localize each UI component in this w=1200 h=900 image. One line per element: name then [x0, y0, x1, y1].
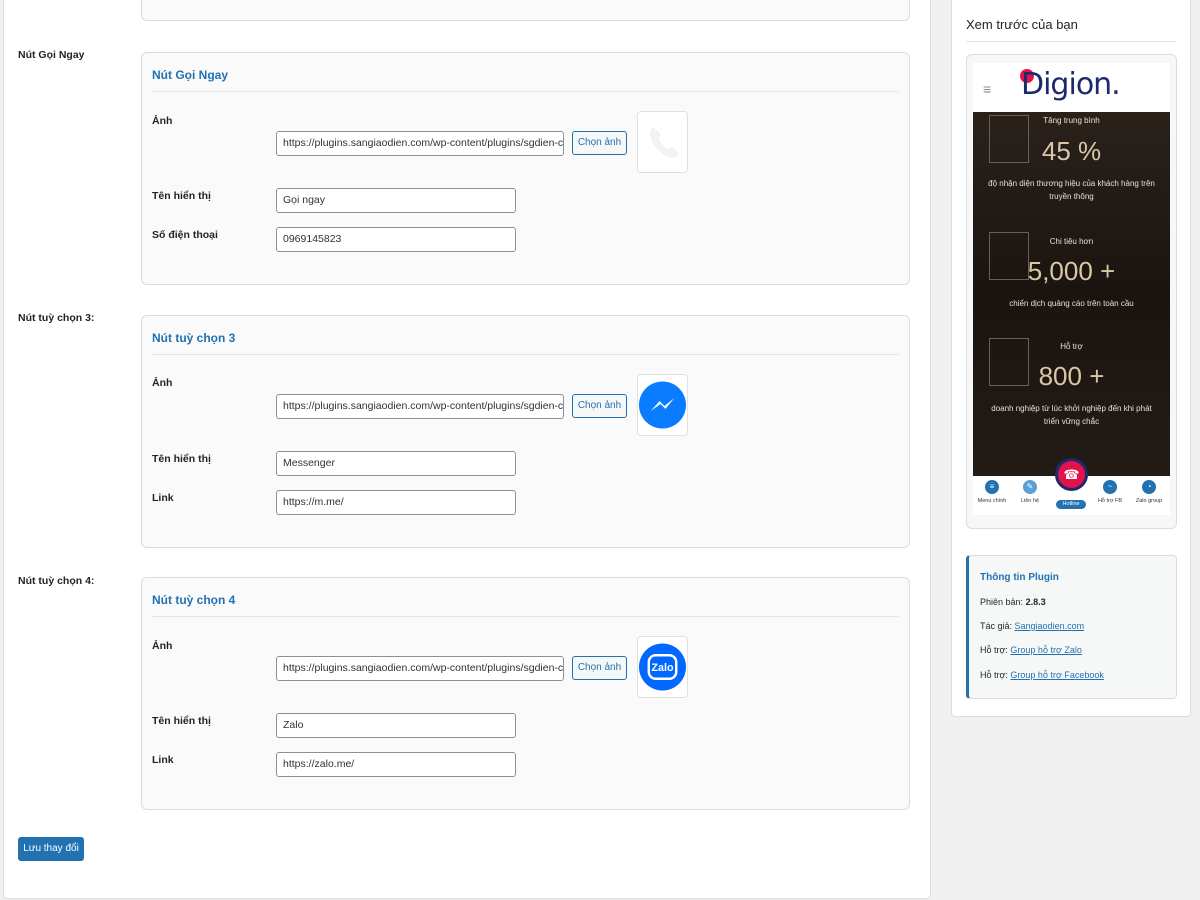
- opt4-choose-image-button[interactable]: Chọn ảnh: [572, 656, 627, 680]
- stat-caption: Chi tiêu hơn: [1049, 237, 1094, 246]
- call-card-title: Nút Gọi Ngay: [152, 68, 229, 82]
- hamburger-icon: ≡: [983, 81, 992, 97]
- option3-card: Nút tuỳ chọn 3 Ảnh https://plugins.sangi…: [141, 315, 910, 548]
- author-link[interactable]: Sangiaodien.com: [1015, 621, 1085, 631]
- save-changes-button[interactable]: Lưu thay đổi: [18, 837, 84, 861]
- plugin-info-title: Thông tin Plugin: [980, 572, 1059, 583]
- nav-item-contact: ✎ Liên hệ: [1011, 480, 1049, 504]
- author-label: Tác giả:: [980, 621, 1013, 631]
- svg-text:Zalo: Zalo: [651, 662, 674, 674]
- nav-label: Zalo group: [1135, 498, 1163, 504]
- preview-sidebar: Xem trước của bạn ≡ Digion. Tăng trung b…: [951, 0, 1191, 717]
- support-zalo-link[interactable]: Group hỗ trợ Zalo: [1010, 645, 1081, 655]
- opt3-display-name-input[interactable]: Messenger: [276, 451, 516, 476]
- phone-label: Số điện thoại: [152, 229, 218, 241]
- image-label: Ảnh: [152, 115, 173, 127]
- call-image-url-input[interactable]: https://plugins.sangiaodien.com/wp-conte…: [276, 131, 564, 156]
- hotline-phone-icon: ☎: [1055, 458, 1088, 491]
- messenger-icon: [638, 381, 687, 429]
- version-line: Phiên bản: 2.8.3: [980, 597, 1046, 607]
- preview-header: ≡ Digion.: [973, 63, 1170, 112]
- opt4-link-input[interactable]: https://zalo.me/: [276, 752, 516, 777]
- divider: [152, 616, 899, 617]
- support-fb-line: Hỗ trợ: Group hỗ trợ Facebook: [980, 670, 1104, 680]
- nav-item-fb: ~ Hỗ trợ FB: [1091, 480, 1129, 504]
- version-label: Phiên bản:: [980, 597, 1024, 607]
- hero-background: Tăng trung bình 45 % độ nhận diện thương…: [973, 112, 1170, 476]
- call-display-name-input[interactable]: Gọi ngay: [276, 188, 516, 213]
- hotline-label: Hotline: [1056, 500, 1086, 509]
- divider: [152, 91, 899, 92]
- stat-desc: độ nhận diện thương hiệu của khách hàng …: [988, 179, 1155, 201]
- phone-icon: [649, 127, 679, 158]
- call-image-thumbnail: [637, 111, 688, 173]
- menu-icon: ≡: [985, 480, 999, 494]
- zalo-icon: ◔: [1142, 480, 1156, 494]
- nav-label: Menu chính: [977, 498, 1007, 504]
- support-fb-link[interactable]: Group hỗ trợ Facebook: [1010, 670, 1103, 680]
- opt3-card-title: Nút tuỳ chọn 3: [152, 331, 236, 345]
- opt4-image-url-input[interactable]: https://plugins.sangiaodien.com/wp-conte…: [276, 656, 564, 681]
- previous-card: [141, 0, 910, 21]
- opt4-display-name-input[interactable]: Zalo: [276, 713, 516, 738]
- call-button-card: Nút Gọi Ngay Ảnh https://plugins.sangiao…: [141, 52, 910, 285]
- preview-title: Xem trước của bạn: [966, 17, 1078, 32]
- opt3-row-label: Nút tuỳ chọn 3:: [18, 312, 95, 324]
- version-value: 2.8.3: [1025, 597, 1046, 607]
- site-logo: Digion.: [1021, 67, 1121, 102]
- phone-number-input[interactable]: 0969145823: [276, 227, 516, 252]
- stat-desc: chiến dịch quảng cáo trên toàn cầu: [1009, 299, 1134, 308]
- stat-value: 5,000 +: [1027, 256, 1116, 286]
- display-name-label: Tên hiển thị: [152, 190, 211, 202]
- call-choose-image-button[interactable]: Chọn ảnh: [572, 131, 627, 155]
- opt4-image-thumbnail: Zalo: [637, 636, 688, 698]
- messenger-icon: ~: [1103, 480, 1117, 494]
- divider: [152, 354, 899, 355]
- link-label: Link: [152, 492, 174, 504]
- option4-card: Nút tuỳ chọn 4 Ảnh https://plugins.sangi…: [141, 577, 910, 810]
- plugin-info-box: Thông tin Plugin Phiên bản: 2.8.3 Tác gi…: [966, 555, 1177, 699]
- display-name-label: Tên hiển thị: [152, 453, 211, 465]
- nav-label: Hỗ trợ FB: [1097, 498, 1123, 504]
- phone-preview-frame: ≡ Digion. Tăng trung bình 45 % độ nhận d…: [966, 54, 1177, 529]
- support-label: Hỗ trợ:: [980, 645, 1008, 655]
- stat-value: 45 %: [1041, 136, 1102, 166]
- stat-desc: doanh nghiệp từ lúc khởi nghiệp đến khi …: [991, 404, 1152, 426]
- call-row-label: Nút Gọi Ngay: [18, 49, 85, 61]
- divider: [966, 41, 1176, 42]
- stat-caption: Hỗ trợ: [1060, 342, 1083, 351]
- display-name-label: Tên hiển thị: [152, 715, 211, 727]
- support-label: Hỗ trợ:: [980, 670, 1008, 680]
- stat-value: 800 +: [1038, 361, 1105, 391]
- zalo-icon: Zalo: [638, 643, 687, 691]
- opt4-row-label: Nút tuỳ chọn 4:: [18, 575, 95, 587]
- opt3-link-input[interactable]: https://m.me/: [276, 490, 516, 515]
- edit-icon: ✎: [1023, 480, 1037, 494]
- nav-item-zalo: ◔ Zalo group: [1130, 480, 1168, 504]
- image-label: Ảnh: [152, 640, 173, 652]
- nav-item-menu: ≡ Menu chính: [973, 480, 1011, 504]
- image-label: Ảnh: [152, 377, 173, 389]
- author-line: Tác giả: Sangiaodien.com: [980, 621, 1084, 631]
- opt4-card-title: Nút tuỳ chọn 4: [152, 593, 236, 607]
- support-zalo-line: Hỗ trợ: Group hỗ trợ Zalo: [980, 645, 1082, 655]
- stat-caption: Tăng trung bình: [1043, 116, 1100, 125]
- nav-label: Liên hệ: [1020, 498, 1040, 504]
- opt3-image-url-input[interactable]: https://plugins.sangiaodien.com/wp-conte…: [276, 394, 564, 419]
- link-label: Link: [152, 754, 174, 766]
- opt3-image-thumbnail: [637, 374, 688, 436]
- opt3-choose-image-button[interactable]: Chọn ảnh: [572, 394, 627, 418]
- phone-preview-screen: ≡ Digion. Tăng trung bình 45 % độ nhận d…: [973, 63, 1170, 515]
